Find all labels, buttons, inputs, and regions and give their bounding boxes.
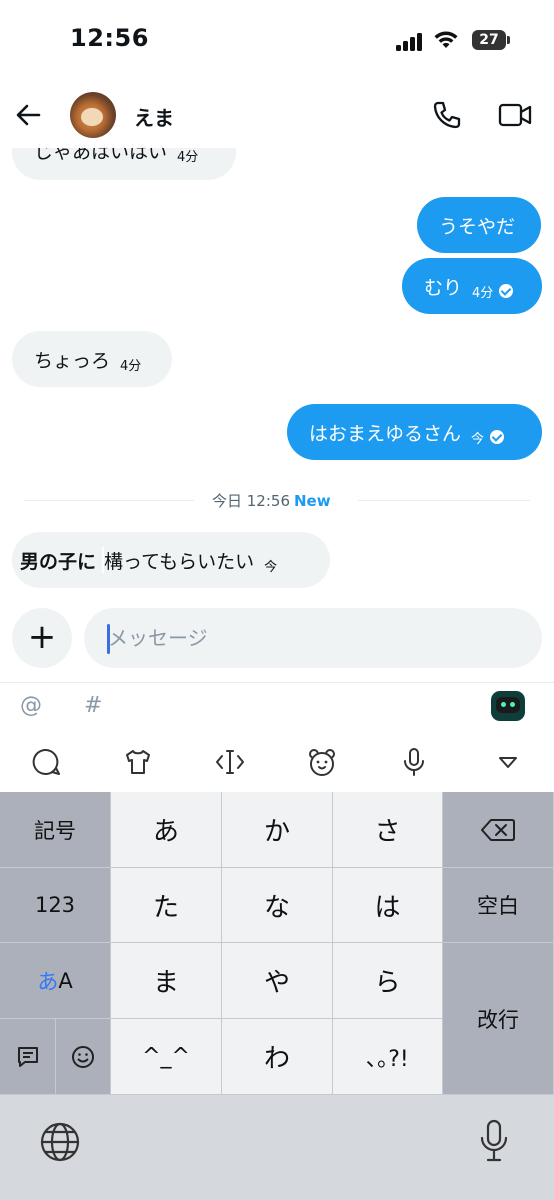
message-text: うそやだ bbox=[439, 215, 516, 238]
bear-face-icon[interactable] bbox=[306, 746, 338, 778]
mention-button[interactable]: @ bbox=[20, 693, 42, 718]
backspace-key[interactable] bbox=[443, 792, 554, 868]
signal-icon bbox=[396, 33, 424, 51]
kana-key[interactable]: た bbox=[111, 868, 222, 943]
numbers-key[interactable]: 123 bbox=[0, 868, 111, 943]
kana-key[interactable]: あ bbox=[111, 792, 222, 868]
message-text-bold: 男の子に bbox=[20, 550, 97, 573]
cursor-move-icon[interactable] bbox=[214, 746, 246, 778]
message-icon bbox=[17, 1046, 38, 1067]
battery-indicator: 27 bbox=[472, 30, 506, 50]
video-camera-icon[interactable] bbox=[497, 100, 533, 130]
text-caret bbox=[107, 624, 110, 654]
chat-header: えま bbox=[0, 84, 554, 148]
read-check-icon bbox=[499, 284, 514, 298]
kana-key[interactable]: ら bbox=[333, 943, 443, 1019]
date-divider: 今日 12:56 New bbox=[24, 490, 530, 512]
keyboard: 記号 123 あA あ か さ た な は ま や ら ^_^ わ ､｡?! 空… bbox=[0, 792, 554, 1200]
battery-tip bbox=[507, 36, 510, 44]
add-attachment-button[interactable]: + bbox=[12, 608, 72, 668]
back-arrow-icon[interactable] bbox=[12, 98, 46, 132]
kana-key[interactable]: や bbox=[222, 943, 333, 1019]
message-bubble[interactable]: ちょっろ 4分 bbox=[12, 331, 172, 387]
new-label: New bbox=[294, 492, 331, 510]
avatar[interactable] bbox=[70, 92, 116, 138]
space-key[interactable]: 空白 bbox=[443, 868, 554, 943]
kana-key[interactable]: な bbox=[222, 868, 333, 943]
message-text: むり bbox=[424, 276, 463, 299]
read-check-icon bbox=[490, 430, 505, 444]
kaomoji-key[interactable]: ^_^ bbox=[111, 1019, 222, 1095]
message-text: ちょっろ bbox=[34, 349, 111, 372]
message-time: 4分 bbox=[177, 149, 199, 165]
dictation-microphone-icon[interactable] bbox=[478, 1118, 510, 1164]
tshirt-icon[interactable] bbox=[122, 746, 154, 778]
message-bubble[interactable]: うそやだ bbox=[417, 197, 541, 253]
message-bubble[interactable]: むり 4分 bbox=[402, 258, 542, 314]
wifi-icon bbox=[434, 31, 458, 48]
kana-key[interactable]: わ bbox=[222, 1019, 333, 1095]
symbols-key[interactable]: 記号 bbox=[0, 792, 111, 868]
message-list: じゃあはいはい 4分 うそやだ むり 4分 ちょっろ 4分 はおまえゆるさん 今… bbox=[0, 84, 554, 604]
kana-key[interactable]: か bbox=[222, 792, 333, 868]
divider-date: 今日 12:56 bbox=[212, 492, 290, 510]
delete-icon bbox=[481, 818, 515, 841]
ai-bot-icon[interactable] bbox=[491, 691, 525, 721]
message-time: 今 bbox=[264, 559, 278, 575]
kana-switch-key[interactable]: あA bbox=[0, 943, 111, 1019]
message-text: はおまえゆるさん bbox=[309, 422, 462, 445]
smiley-icon bbox=[72, 1045, 94, 1068]
suggestion-bar: @ # bbox=[0, 682, 554, 732]
phone-icon[interactable] bbox=[430, 98, 464, 132]
emoji-key[interactable] bbox=[56, 1019, 111, 1095]
kana-key[interactable]: さ bbox=[333, 792, 443, 868]
alpha-label: A bbox=[58, 968, 73, 993]
chat-input-key[interactable] bbox=[0, 1019, 56, 1095]
punctuation-key[interactable]: ､｡?! bbox=[333, 1019, 443, 1095]
message-time: 4分 bbox=[472, 285, 494, 301]
chat-bubble-icon[interactable] bbox=[30, 746, 62, 778]
collapse-keyboard-icon[interactable] bbox=[492, 746, 524, 778]
globe-icon[interactable] bbox=[38, 1120, 82, 1164]
message-time: 4分 bbox=[120, 358, 142, 374]
kana-key[interactable]: は bbox=[333, 868, 443, 943]
status-bar: 12:56 27 bbox=[0, 0, 554, 84]
message-text: 構ってもらいたい bbox=[104, 550, 255, 573]
microphone-icon[interactable] bbox=[398, 746, 430, 778]
message-bubble[interactable]: はおまえゆるさん 今 bbox=[287, 404, 542, 460]
hashtag-button[interactable]: # bbox=[84, 693, 102, 718]
message-bubble[interactable]: 男の子に 構ってもらいたい 今 bbox=[12, 532, 330, 588]
keyboard-toolbar bbox=[0, 732, 554, 792]
message-input[interactable] bbox=[84, 608, 542, 668]
status-time: 12:56 bbox=[70, 24, 149, 52]
message-time: 今 bbox=[471, 431, 485, 447]
return-key[interactable]: 改行 bbox=[443, 943, 554, 1095]
kana-key[interactable]: ま bbox=[111, 943, 222, 1019]
kana-label: あ bbox=[37, 969, 59, 994]
composer: + bbox=[0, 604, 554, 682]
contact-name[interactable]: えま bbox=[134, 102, 174, 131]
